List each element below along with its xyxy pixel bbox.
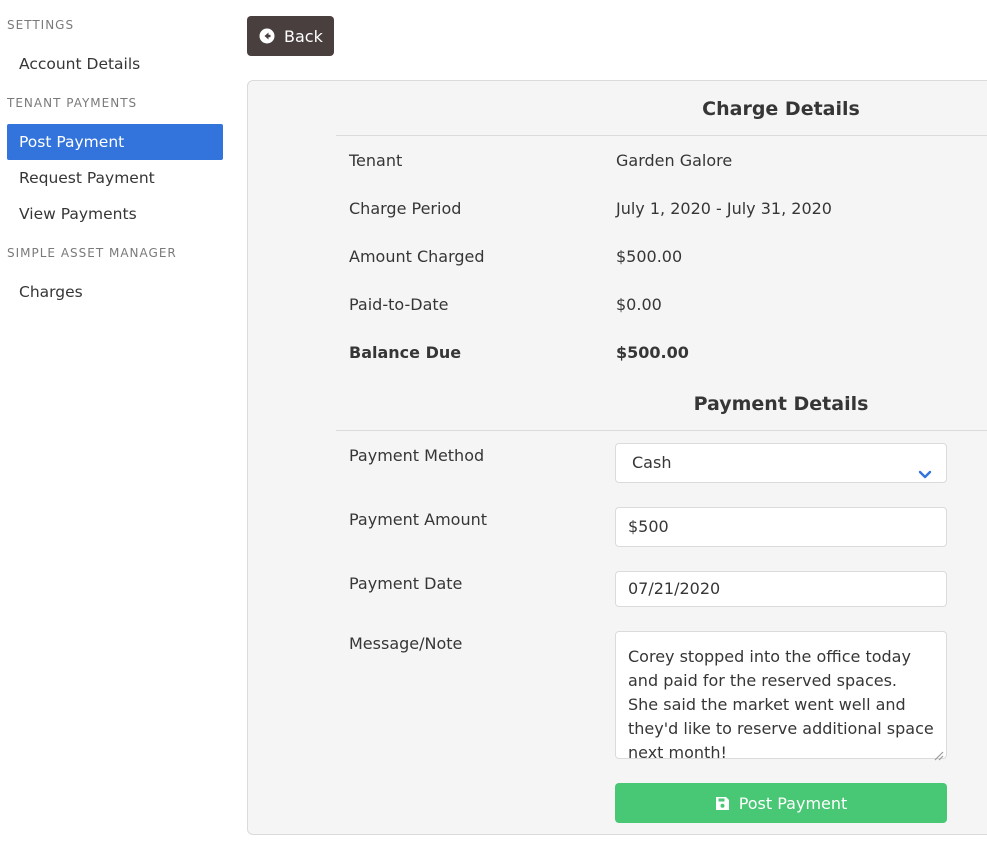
- message-note-text: Corey stopped into the office today and …: [628, 647, 939, 762]
- tenant-label: Tenant: [349, 151, 403, 170]
- menu-label-simple-asset-manager: SIMPLE ASSET MANAGER: [7, 246, 177, 260]
- post-payment-button-label: Post Payment: [738, 793, 848, 813]
- amount-charged-label: Amount Charged: [349, 247, 485, 266]
- payment-amount-input[interactable]: $500: [615, 507, 947, 547]
- payment-amount-label: Payment Amount: [349, 510, 488, 529]
- sidebar-item-charges[interactable]: Charges: [7, 274, 223, 310]
- sidebar-item-view-payments[interactable]: View Payments: [7, 196, 223, 232]
- menu-label-settings: SETTINGS: [7, 18, 75, 32]
- message-note-textarea[interactable]: Corey stopped into the office today and …: [615, 631, 947, 762]
- charge-period-label: Charge Period: [349, 199, 462, 218]
- payment-method-select[interactable]: Cash: [615, 443, 947, 483]
- paid-to-date-value: $0.00: [616, 295, 662, 314]
- balance-due-value: $500.00: [616, 343, 689, 362]
- payment-date-input[interactable]: 07/21/2020: [615, 571, 947, 607]
- chevron-down-icon: [918, 457, 932, 479]
- paid-to-date-label: Paid-to-Date: [349, 295, 449, 314]
- post-payment-button[interactable]: Post Payment: [615, 783, 947, 823]
- resize-grip-icon[interactable]: [932, 744, 944, 761]
- sidebar-item-account-details[interactable]: Account Details: [7, 46, 223, 82]
- balance-due-label: Balance Due: [349, 343, 462, 362]
- payment-date-label: Payment Date: [349, 574, 463, 593]
- save-icon: [715, 796, 730, 811]
- payment-details-title: Payment Details: [693, 393, 869, 415]
- arrow-circle-left-icon: [259, 28, 275, 44]
- sidebar-item-request-payment[interactable]: Request Payment: [7, 160, 223, 196]
- charge-period-value: July 1, 2020 - July 31, 2020: [616, 199, 832, 218]
- back-button-label: Back: [284, 26, 323, 46]
- payment-method-value: Cash: [632, 453, 672, 472]
- payment-method-label: Payment Method: [349, 446, 485, 465]
- back-button[interactable]: Back: [247, 16, 334, 56]
- sidebar-item-post-payment[interactable]: Post Payment: [7, 124, 223, 160]
- amount-charged-value: $500.00: [616, 247, 683, 266]
- divider: [336, 430, 987, 431]
- divider: [336, 135, 987, 136]
- charge-details-title: Charge Details: [702, 98, 860, 120]
- message-note-label: Message/Note: [349, 634, 463, 653]
- menu-label-tenant-payments: TENANT PAYMENTS: [7, 96, 138, 110]
- tenant-value: Garden Galore: [616, 151, 733, 170]
